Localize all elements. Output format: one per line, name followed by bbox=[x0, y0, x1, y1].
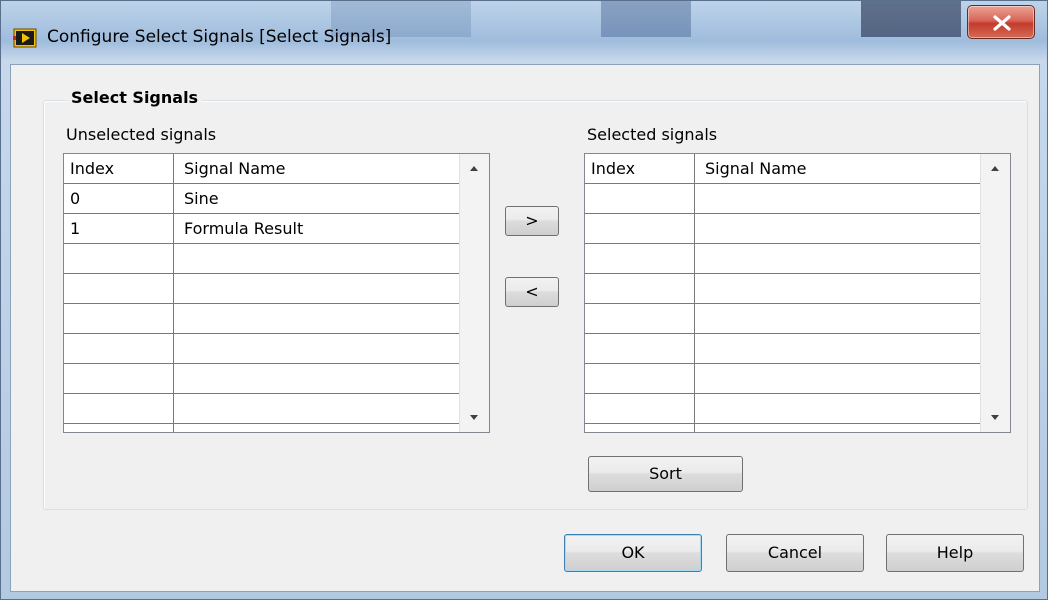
table-header: Index Signal Name bbox=[64, 154, 459, 184]
ok-button[interactable]: OK bbox=[564, 534, 702, 572]
window-title: Configure Select Signals [Select Signals… bbox=[47, 27, 392, 47]
unselected-signals-label: Unselected signals bbox=[66, 125, 217, 144]
column-header-index[interactable]: Index bbox=[64, 154, 174, 183]
column-header-index[interactable]: Index bbox=[585, 154, 695, 183]
cancel-button[interactable]: Cancel bbox=[726, 534, 864, 572]
unselected-signals-table[interactable]: Index Signal Name 0 Sine 1 Formula Resul… bbox=[63, 153, 490, 433]
scroll-down-arrow-icon[interactable] bbox=[991, 415, 999, 420]
remove-signal-button[interactable]: < bbox=[505, 277, 559, 307]
labview-express-vi-icon bbox=[13, 27, 37, 49]
scroll-down-arrow-icon[interactable] bbox=[470, 415, 478, 420]
close-button[interactable] bbox=[967, 5, 1035, 39]
table-row-empty[interactable] bbox=[64, 274, 459, 304]
row-index: 0 bbox=[64, 184, 174, 213]
table-row-empty[interactable] bbox=[585, 304, 980, 334]
table-row-empty[interactable] bbox=[585, 274, 980, 304]
vertical-scrollbar[interactable] bbox=[459, 154, 489, 432]
table-row-empty[interactable] bbox=[585, 334, 980, 364]
selected-signals-label: Selected signals bbox=[587, 125, 718, 144]
add-signal-button[interactable]: > bbox=[505, 206, 559, 236]
sort-button[interactable]: Sort bbox=[588, 456, 743, 492]
scroll-up-arrow-icon[interactable] bbox=[991, 166, 999, 171]
column-header-signal-name[interactable]: Signal Name bbox=[174, 154, 459, 183]
scroll-up-arrow-icon[interactable] bbox=[470, 166, 478, 171]
help-button[interactable]: Help bbox=[886, 534, 1024, 572]
selected-signals-table[interactable]: Index Signal Name bbox=[584, 153, 1011, 433]
vertical-scrollbar[interactable] bbox=[980, 154, 1010, 432]
dialog-window: Configure Select Signals [Select Signals… bbox=[0, 0, 1048, 600]
table-row-empty[interactable] bbox=[585, 364, 980, 394]
table-row[interactable]: 0 Sine bbox=[64, 184, 459, 214]
close-icon bbox=[993, 15, 1011, 31]
column-header-signal-name[interactable]: Signal Name bbox=[695, 154, 980, 183]
table-row-empty[interactable] bbox=[585, 244, 980, 274]
table-row-empty[interactable] bbox=[585, 394, 980, 424]
row-index: 1 bbox=[64, 214, 174, 243]
table-row-empty[interactable] bbox=[64, 424, 459, 432]
group-title: Select Signals bbox=[67, 88, 203, 107]
table-row-empty[interactable] bbox=[585, 424, 980, 432]
table-row-empty[interactable] bbox=[64, 244, 459, 274]
table-row-empty[interactable] bbox=[64, 394, 459, 424]
table-row-empty[interactable] bbox=[64, 304, 459, 334]
title-bar[interactable]: Configure Select Signals [Select Signals… bbox=[1, 1, 1048, 73]
table-header: Index Signal Name bbox=[585, 154, 980, 184]
table-row[interactable]: 1 Formula Result bbox=[64, 214, 459, 244]
table-row-empty[interactable] bbox=[64, 364, 459, 394]
dialog-client-area: Select Signals Unselected signals Select… bbox=[10, 64, 1040, 592]
table-row-empty[interactable] bbox=[585, 184, 980, 214]
table-row-empty[interactable] bbox=[64, 334, 459, 364]
row-signal-name: Formula Result bbox=[184, 219, 304, 238]
row-signal-name: Sine bbox=[184, 189, 219, 208]
table-row-empty[interactable] bbox=[585, 214, 980, 244]
